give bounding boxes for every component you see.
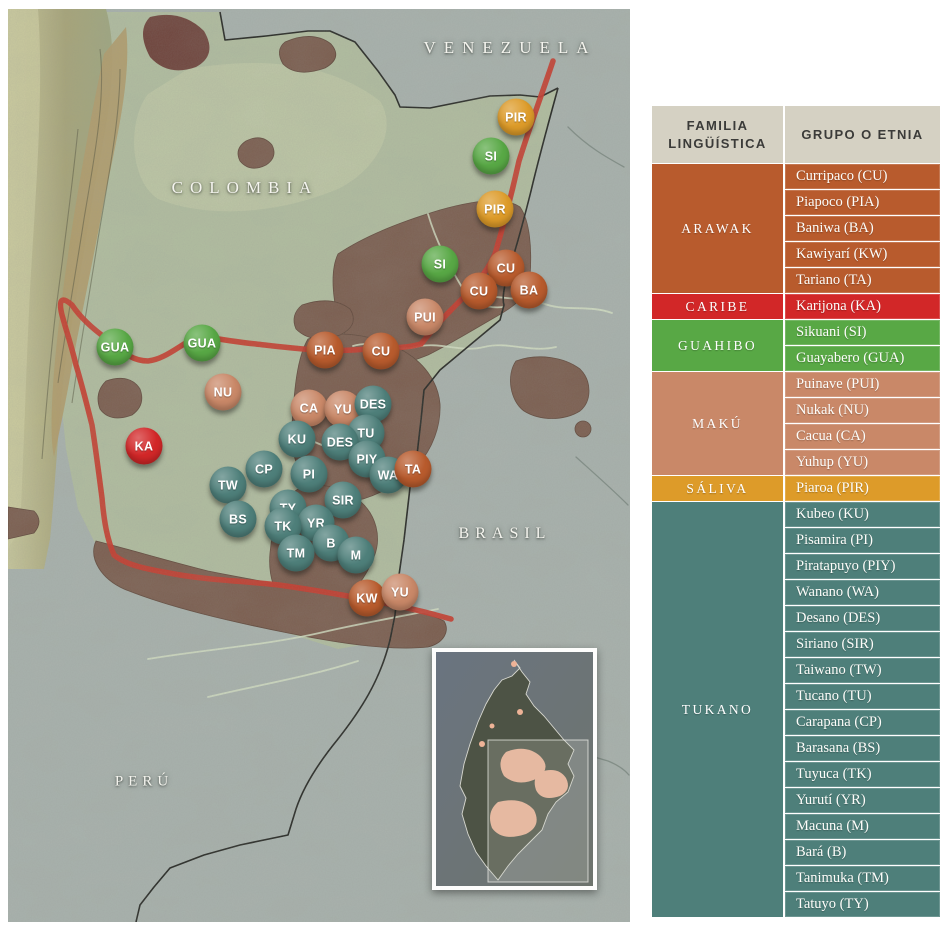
marker-PIR: PIR	[498, 99, 535, 136]
group-KU: Kubeo (KU)	[785, 502, 940, 527]
map-panel: VENEZUELACOLOMBIABRASILPERÚ PIRSIPIRSICU…	[8, 9, 630, 922]
country-label-venezuela: VENEZUELA	[423, 38, 596, 58]
marker-TM: TM	[278, 535, 315, 572]
group-TK: Tuyuca (TK)	[785, 762, 940, 787]
group-PIR: Piaroa (PIR)	[785, 476, 940, 501]
legend-table: FAMILIA LINGÜÍSTICA GRUPO O ETNIA ARAWAK…	[652, 106, 940, 917]
country-label-perú: PERÚ	[115, 774, 173, 791]
group-YR: Yurutí (YR)	[785, 788, 940, 813]
group-TW: Taiwano (TW)	[785, 658, 940, 683]
group-CU: Curripaco (CU)	[785, 164, 940, 189]
marker-SI: SI	[422, 246, 459, 283]
marker-PUI: PUI	[407, 299, 444, 336]
marker-CP: CP	[246, 451, 283, 488]
family-caribe: CARIBE	[652, 294, 783, 319]
group-TU: Tucano (TU)	[785, 684, 940, 709]
country-label-brasil: BRASIL	[459, 525, 552, 543]
inset-map	[432, 648, 597, 890]
group-KW: Kawiyarí (KW)	[785, 242, 940, 267]
marker-GUA: GUA	[97, 329, 134, 366]
inset-map-graphic	[436, 652, 593, 886]
marker-GUA: GUA	[184, 325, 221, 362]
marker-KW: KW	[349, 580, 386, 617]
legend-header-group: GRUPO O ETNIA	[785, 106, 940, 163]
group-M: Macuna (M)	[785, 814, 940, 839]
marker-PIR: PIR	[477, 191, 514, 228]
marker-KA: KA	[126, 428, 163, 465]
family-arawak: ARAWAK	[652, 164, 783, 293]
marker-CU: CU	[363, 333, 400, 370]
group-SI: Sikuani (SI)	[785, 320, 940, 345]
group-PIY: Piratapuyo (PIY)	[785, 554, 940, 579]
marker-SI: SI	[473, 138, 510, 175]
marker-M: M	[338, 537, 375, 574]
group-DES: Desano (DES)	[785, 606, 940, 631]
marker-TA: TA	[395, 451, 432, 488]
group-NU: Nukak (NU)	[785, 398, 940, 423]
family-maku: MAKÚ	[652, 372, 783, 475]
infographic-linguistic-map: VENEZUELACOLOMBIABRASILPERÚ PIRSIPIRSICU…	[0, 0, 950, 932]
group-YU: Yuhup (YU)	[785, 450, 940, 475]
group-PI: Pisamira (PI)	[785, 528, 940, 553]
marker-BA: BA	[511, 272, 548, 309]
group-GUA: Guayabero (GUA)	[785, 346, 940, 371]
family-guahibo: GUAHIBO	[652, 320, 783, 371]
marker-YU: YU	[382, 574, 419, 611]
group-CP: Carapana (CP)	[785, 710, 940, 735]
group-TM: Tanimuka (TM)	[785, 866, 940, 891]
group-BS: Barasana (BS)	[785, 736, 940, 761]
group-SIR: Siriano (SIR)	[785, 632, 940, 657]
marker-CU: CU	[461, 273, 498, 310]
legend-header-family: FAMILIA LINGÜÍSTICA	[652, 106, 783, 163]
group-TA: Tariano (TA)	[785, 268, 940, 293]
marker-PIA: PIA	[307, 332, 344, 369]
marker-KU: KU	[279, 421, 316, 458]
marker-NU: NU	[205, 374, 242, 411]
inset-extent-box	[488, 740, 588, 882]
marker-BS: BS	[220, 501, 257, 538]
marker-TW: TW	[210, 467, 247, 504]
group-BA: Baniwa (BA)	[785, 216, 940, 241]
group-B: Bará (B)	[785, 840, 940, 865]
group-WA: Wanano (WA)	[785, 580, 940, 605]
family-saliva: SÁLIVA	[652, 476, 783, 501]
group-CA: Cacua (CA)	[785, 424, 940, 449]
marker-PI: PI	[291, 456, 328, 493]
group-TY: Tatuyo (TY)	[785, 892, 940, 917]
group-KA: Karijona (KA)	[785, 294, 940, 319]
family-tukano: TUKANO	[652, 502, 783, 917]
country-label-colombia: COLOMBIA	[172, 178, 319, 198]
group-PIA: Piapoco (PIA)	[785, 190, 940, 215]
group-PUI: Puinave (PUI)	[785, 372, 940, 397]
